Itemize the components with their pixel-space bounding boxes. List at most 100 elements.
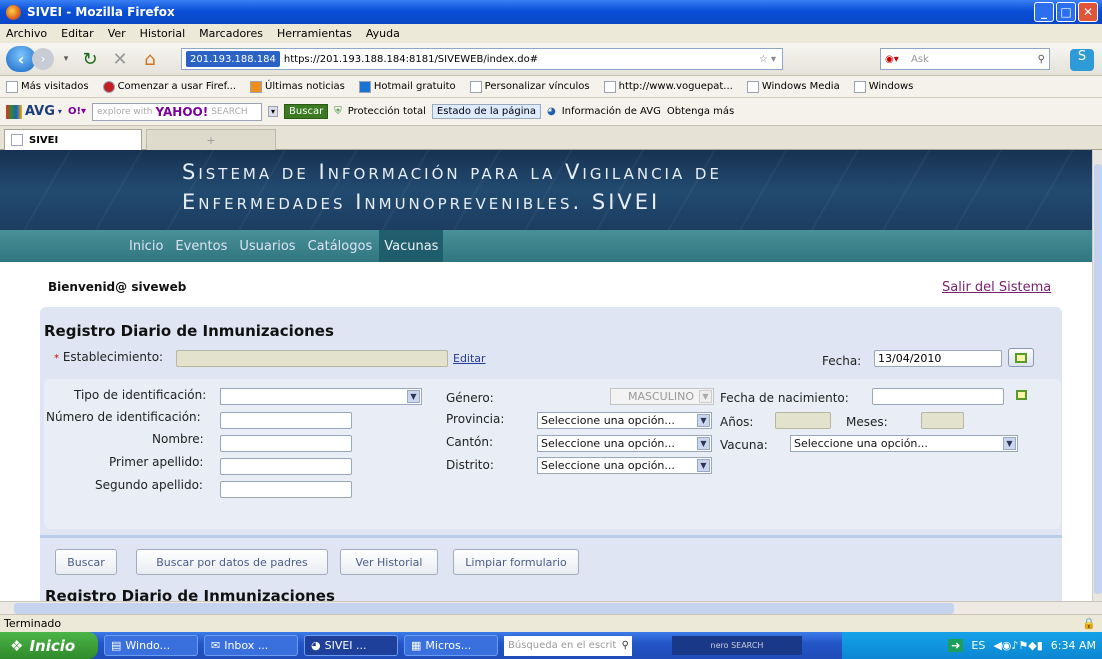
bookmark-star-icon[interactable]: ☆ ▾ bbox=[759, 54, 776, 65]
horizontal-scrollbar[interactable] bbox=[0, 601, 1102, 614]
site-title-line2: Enfermedades Inmunoprevenibles. SIVEI bbox=[182, 190, 661, 214]
segundo-apellido-label: Segundo apellido: bbox=[95, 478, 203, 492]
required-marker: * bbox=[54, 353, 59, 364]
menu-marcadores[interactable]: Marcadores bbox=[199, 27, 263, 40]
limpiar-formulario-button[interactable]: Limpiar formulario bbox=[453, 549, 579, 575]
buscar-padres-button[interactable]: Buscar por datos de padres bbox=[136, 549, 328, 575]
history-dropdown-icon[interactable]: ▾ bbox=[60, 47, 72, 71]
menu-historial[interactable]: Historial bbox=[140, 27, 185, 40]
nero-search-bar[interactable]: nero SEARCH bbox=[672, 636, 802, 655]
forward-button[interactable]: › bbox=[32, 48, 54, 70]
buscar-button[interactable]: Buscar bbox=[55, 549, 117, 575]
bookmark-item[interactable]: Personalizar vínculos bbox=[469, 80, 590, 93]
close-button[interactable]: ✕ bbox=[1078, 2, 1098, 22]
page-icon bbox=[469, 80, 482, 93]
start-button[interactable]: ❖ Inicio bbox=[0, 632, 98, 659]
nav-vacunas[interactable]: Vacunas bbox=[379, 230, 444, 262]
bookmark-item[interactable]: Más visitados bbox=[6, 80, 89, 93]
lock-icon[interactable]: 🔒 bbox=[1082, 617, 1096, 630]
yahoo-dropdown-icon[interactable]: ▾ bbox=[268, 106, 279, 117]
scrollbar-thumb[interactable] bbox=[1094, 164, 1102, 594]
nav-inicio[interactable]: Inicio bbox=[124, 230, 168, 262]
arrow-icon[interactable]: ➜ bbox=[948, 639, 964, 652]
menu-archivo[interactable]: Archivo bbox=[6, 27, 47, 40]
anos-label: Años: bbox=[720, 415, 754, 429]
taskbar-item-windows[interactable]: ▤ Windo... bbox=[104, 635, 198, 656]
editar-link[interactable]: Editar bbox=[453, 352, 486, 365]
nav-usuarios[interactable]: Usuarios bbox=[234, 230, 300, 262]
vacuna-label: Vacuna: bbox=[720, 438, 768, 452]
logout-link[interactable]: Salir del Sistema bbox=[942, 280, 1051, 295]
section-divider bbox=[40, 535, 1062, 538]
avg-protection-icon: ⛨ bbox=[334, 106, 342, 117]
bookmark-item[interactable]: Comenzar a usar Firef... bbox=[102, 80, 236, 93]
provincia-select[interactable]: Seleccione una opción... ▼ bbox=[537, 412, 712, 429]
bookmark-item[interactable]: Windows bbox=[853, 80, 913, 93]
scrollbar-thumb[interactable] bbox=[14, 603, 954, 614]
fecha-nacimiento-input[interactable] bbox=[872, 388, 1004, 405]
windows-taskbar: ❖ Inicio ▤ Windo... ✉ Inbox ... ◕ SIVEI ...… bbox=[0, 632, 1102, 659]
vertical-scrollbar[interactable] bbox=[1092, 150, 1102, 601]
new-tab-button[interactable]: + bbox=[146, 129, 276, 150]
num-id-input[interactable] bbox=[220, 412, 352, 429]
menu-herramientas[interactable]: Herramientas bbox=[277, 27, 352, 40]
rss-icon bbox=[250, 80, 263, 93]
bookmark-icon bbox=[6, 80, 18, 93]
primer-apellido-input[interactable] bbox=[220, 458, 352, 475]
language-indicator[interactable]: ES bbox=[971, 639, 985, 652]
fecha-field[interactable]: 13/04/2010 bbox=[874, 350, 1002, 367]
tab-sivei[interactable]: SIVEI bbox=[4, 129, 142, 150]
vacuna-select[interactable]: Seleccione una opción... ▼ bbox=[790, 435, 1018, 452]
stop-icon[interactable]: ✕ bbox=[108, 47, 132, 71]
avg-info-menu[interactable]: Información de AVG bbox=[562, 106, 661, 117]
search-icon[interactable]: ⚲ bbox=[622, 640, 629, 651]
reload-icon[interactable]: ↻ bbox=[78, 47, 102, 71]
navigation-toolbar: ‹ › ▾ ↻ ✕ ⌂ 201.193.188.184 https://201.… bbox=[0, 43, 1102, 76]
nav-eventos[interactable]: Eventos bbox=[170, 230, 232, 262]
avg-buscar-button[interactable]: Buscar bbox=[284, 104, 329, 119]
menu-bar: Archivo Editar Ver Historial Marcadores … bbox=[0, 24, 1102, 43]
site-identity-badge[interactable]: 201.193.188.184 bbox=[186, 51, 280, 67]
provincia-label: Provincia: bbox=[446, 412, 505, 426]
calendar-icon[interactable] bbox=[1008, 348, 1034, 367]
segundo-apellido-input[interactable] bbox=[220, 481, 352, 498]
nav-catalogos[interactable]: Catálogos bbox=[303, 230, 378, 262]
folder-icon: ▤ bbox=[111, 639, 122, 652]
avg-mas-menu[interactable]: Obtenga más bbox=[667, 106, 734, 117]
desktop-search-input[interactable]: Búsqueda en el escrit ⚲ bbox=[504, 635, 632, 656]
avg-logo[interactable]: AVG ▾ bbox=[6, 104, 62, 119]
menu-ayuda[interactable]: Ayuda bbox=[366, 27, 400, 40]
avg-proteccion-label[interactable]: Protección total bbox=[348, 106, 426, 117]
url-text[interactable]: https://201.193.188.184:8181/SIVEWEB/ind… bbox=[284, 54, 538, 65]
bookmark-item[interactable]: Últimas noticias bbox=[250, 80, 345, 93]
status-text: Terminado bbox=[4, 617, 62, 630]
distrito-select[interactable]: Seleccione una opción... ▼ bbox=[537, 457, 712, 474]
skype-icon[interactable]: S bbox=[1070, 49, 1094, 71]
patient-search-panel: Tipo de identificación: ▼ Número de iden… bbox=[44, 379, 1061, 529]
canton-select[interactable]: Seleccione una opción... ▼ bbox=[537, 435, 712, 452]
minimize-button[interactable]: _ bbox=[1034, 2, 1054, 22]
taskbar-item-microsoft[interactable]: ▦ Micros... bbox=[404, 635, 498, 656]
ask-logo-icon: ◉▾ bbox=[885, 53, 899, 65]
search-icon[interactable]: ⚲ bbox=[1038, 54, 1045, 65]
ver-historial-button[interactable]: Ver Historial bbox=[340, 549, 438, 575]
maximize-button[interactable]: □ bbox=[1056, 2, 1076, 22]
menu-ver[interactable]: Ver bbox=[108, 27, 126, 40]
clock[interactable]: 6:34 AM bbox=[1051, 639, 1096, 652]
taskbar-item-sivei[interactable]: ◕ SIVEI ... bbox=[304, 635, 398, 656]
tray-icons[interactable]: ◀◉♪⚑◆▮ bbox=[993, 639, 1042, 652]
bookmark-item[interactable]: Windows Media bbox=[746, 80, 840, 93]
tipo-id-select[interactable]: ▼ bbox=[220, 388, 422, 405]
calendar-icon[interactable] bbox=[1012, 387, 1030, 403]
nombre-input[interactable] bbox=[220, 435, 352, 452]
yahoo-search-input[interactable]: explore with YAHOO! SEARCH bbox=[92, 102, 263, 121]
home-icon[interactable]: ⌂ bbox=[138, 47, 162, 71]
avg-estado-button[interactable]: Estado de la página bbox=[431, 104, 541, 119]
search-box[interactable]: ◉▾ Ask ⚲ bbox=[880, 48, 1050, 70]
taskbar-item-inbox[interactable]: ✉ Inbox ... bbox=[204, 635, 298, 656]
bookmark-item[interactable]: http://www.voguepat... bbox=[603, 80, 733, 93]
url-bar[interactable]: 201.193.188.184 https://201.193.188.184:… bbox=[181, 48, 783, 70]
yahoo-menu-icon[interactable]: O!▾ bbox=[68, 106, 86, 117]
bookmark-item[interactable]: Hotmail gratuito bbox=[358, 80, 456, 93]
menu-editar[interactable]: Editar bbox=[61, 27, 94, 40]
